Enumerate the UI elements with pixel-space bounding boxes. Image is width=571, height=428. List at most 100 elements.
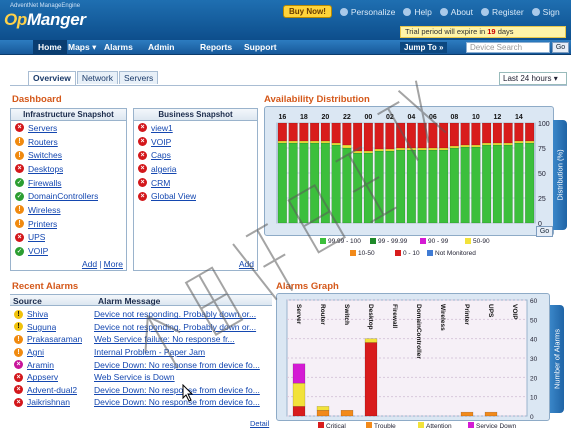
alarm-row[interactable]: × Aramin Device Down: No response from dev… (10, 358, 272, 371)
alarm-row[interactable]: ! Suguna Device not responding. Probably d… (10, 321, 272, 334)
infra-item-label[interactable]: VOIP (28, 246, 48, 256)
tab-network[interactable]: Network (76, 71, 118, 84)
bar-Critical (364, 342, 378, 417)
infra-item[interactable]: ✓ Firewalls (11, 176, 126, 190)
alarm-message-link[interactable]: Device not responding. Probably down or.… (94, 322, 272, 332)
bar-99.99 - 100 (449, 147, 459, 224)
sign-out-link[interactable]: Sign (531, 7, 560, 17)
alarm-row[interactable]: ! Shiva Device not responding. Probably do… (10, 308, 272, 321)
nav-home[interactable]: Home (33, 40, 67, 55)
infra-item-label[interactable]: Servers (28, 123, 57, 133)
business-footer: Add (239, 259, 254, 269)
alarm-message-link[interactable]: Device not responding. Probably down or.… (94, 309, 272, 319)
tab-overview[interactable]: Overview (28, 71, 76, 85)
business-item-label[interactable]: algeria (151, 164, 177, 174)
alarm-row[interactable]: ! Prakasaraman Web Service failure: No res… (10, 333, 272, 346)
x-tick-label: 08 (450, 114, 458, 121)
infra-item[interactable]: ! Routers (11, 135, 126, 149)
search-go-button[interactable]: Go (552, 42, 569, 53)
bar-0 - 10 (460, 122, 470, 146)
bar-Service Down (292, 363, 306, 384)
availability-go-button[interactable]: Go (536, 226, 553, 237)
personalize-link[interactable]: Personalize (339, 7, 395, 17)
alarm-row[interactable]: ! Agni Internal Problem - Paper Jam (10, 346, 272, 359)
y-tick-label: 25 (538, 196, 546, 203)
alarm-row[interactable]: × Jaikrishnan Device Down: No response fro… (10, 396, 272, 409)
business-item-label[interactable]: Caps (151, 150, 171, 160)
alarm-source-link[interactable]: Shiva (27, 309, 48, 319)
bar-0 - 10 (288, 122, 298, 142)
nav-maps[interactable]: Maps ▾ (63, 40, 101, 55)
alarm-source-link[interactable]: Jaikrishnan (27, 397, 70, 407)
nav-alarms[interactable]: Alarms (99, 40, 138, 55)
business-item-label[interactable]: CRM (151, 178, 170, 188)
buy-now-button[interactable]: Buy Now! (283, 5, 332, 18)
infra-item-label[interactable]: Firewalls (28, 178, 62, 188)
alarm-source-link[interactable]: Prakasaraman (27, 334, 82, 344)
jump-to-menu[interactable]: Jump To » (400, 42, 448, 53)
infra-item[interactable]: ! Switches (11, 148, 126, 162)
business-add-link[interactable]: Add (239, 259, 254, 269)
nav-support[interactable]: Support (239, 40, 282, 55)
infra-item[interactable]: × UPS (11, 231, 126, 245)
infra-item-label[interactable]: Desktops (28, 164, 63, 174)
business-item[interactable]: × Global View (134, 189, 257, 203)
infra-item-label[interactable]: Routers (28, 137, 58, 147)
alarm-source-cell: ! Agni (10, 347, 94, 357)
business-item[interactable]: × CRM (134, 176, 257, 190)
bar-50-90 (439, 147, 449, 151)
infra-item[interactable]: ! Printers (11, 217, 126, 231)
infra-item-label[interactable]: UPS (28, 232, 45, 242)
period-select[interactable]: Last 24 hours ▾ (499, 72, 567, 85)
infra-item[interactable]: ! Wireless (11, 203, 126, 217)
device-search-input[interactable]: Device Search (466, 42, 550, 53)
brand-logo[interactable]: OpManger (4, 10, 86, 30)
bar-Critical (292, 406, 306, 417)
infra-item[interactable]: ✓ DomainControllers (11, 189, 126, 203)
infra-item-label[interactable]: Switches (28, 150, 62, 160)
infra-item-label[interactable]: Wireless (28, 205, 61, 215)
alarm-row[interactable]: × Appserv Web Service is Down (10, 371, 272, 384)
infra-item-label[interactable]: Printers (28, 219, 57, 229)
bar-50-90 (406, 147, 416, 151)
help-link[interactable]: Help (403, 7, 432, 17)
alarm-message-link[interactable]: Web Service is Down (94, 372, 272, 382)
business-item[interactable]: × view1 (134, 121, 257, 135)
infra-item[interactable]: ✓ VOIP (11, 244, 126, 258)
bar-Attention (292, 382, 306, 407)
bar-0 - 10 (342, 122, 352, 146)
alarm-source-link[interactable]: Aramin (27, 360, 54, 370)
tab-servers[interactable]: Servers (119, 71, 159, 84)
infra-more-link[interactable]: More (104, 259, 123, 269)
alarm-source-cell: × Jaikrishnan (10, 397, 94, 407)
alarm-message-link[interactable]: Web Service failure: No response fr... (94, 334, 272, 344)
alarm-source-link[interactable]: Suguna (27, 322, 56, 332)
business-item-label[interactable]: VOIP (151, 137, 171, 147)
business-item[interactable]: × VOIP (134, 135, 257, 149)
alarm-source-link[interactable]: Agni (27, 347, 44, 357)
bar-0 - 10 (514, 122, 524, 142)
infra-item-label[interactable]: DomainControllers (28, 191, 98, 201)
alarm-row[interactable]: × Advent-dual2 Device Down: No response fr… (10, 384, 272, 397)
nav-reports[interactable]: Reports (195, 40, 237, 55)
alarm-message-link[interactable]: Internal Problem - Paper Jam (94, 347, 272, 357)
trial-banner: Trial period will expire in 19 days (400, 26, 566, 38)
alarm-message-link[interactable]: Device Down: No response from device fo.… (94, 360, 272, 370)
nav-admin[interactable]: Admin (143, 40, 179, 55)
alarms-detail-link[interactable]: Detail (250, 419, 269, 428)
infra-item[interactable]: × Servers (11, 121, 126, 135)
bar-0 - 10 (406, 122, 416, 149)
x-category-label: DomainController (415, 304, 422, 359)
register-link[interactable]: Register (481, 7, 524, 17)
alarm-source-link[interactable]: Appserv (27, 372, 58, 382)
infra-item[interactable]: × Desktops (11, 162, 126, 176)
legend-label: Service Down (476, 423, 516, 428)
business-item[interactable]: × algeria (134, 162, 257, 176)
alarm-source-link[interactable]: Advent-dual2 (27, 385, 77, 395)
infra-add-link[interactable]: Add (82, 259, 97, 269)
business-item[interactable]: × Caps (134, 148, 257, 162)
business-item-label[interactable]: view1 (151, 123, 173, 133)
business-item-label[interactable]: Global View (151, 191, 196, 201)
about-link[interactable]: About (439, 7, 473, 17)
x-category-label: Router (319, 304, 326, 325)
